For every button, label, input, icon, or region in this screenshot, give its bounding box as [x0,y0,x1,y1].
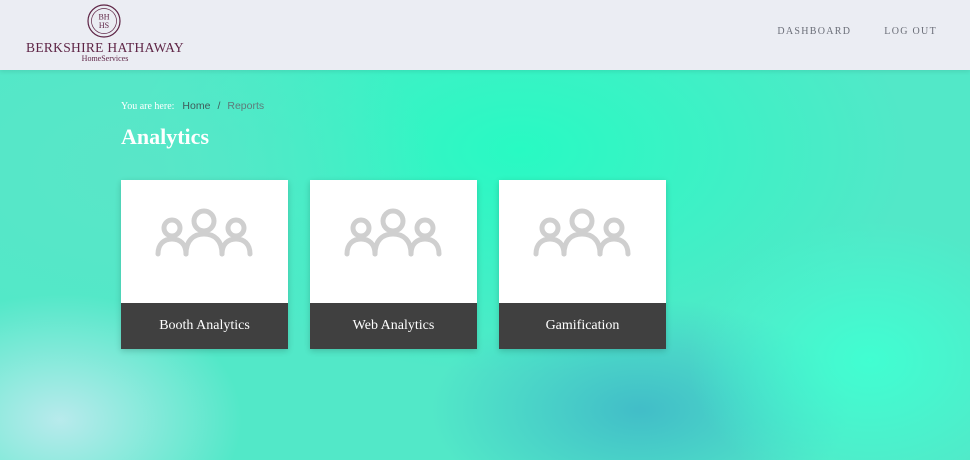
card-gamification[interactable]: Gamification [499,180,666,349]
breadcrumb-label: You are here: [121,100,175,112]
breadcrumb-home-link[interactable]: Home [182,100,210,112]
card-web-analytics[interactable]: Web Analytics [310,180,477,349]
users-group-icon [344,208,442,257]
card-label: Gamification [545,318,620,333]
breadcrumb-current: Reports [227,100,265,112]
page-title: Analytics [121,124,209,149]
card-footer: Web Analytics [310,303,477,349]
nav-logout-link[interactable]: LOG OUT [884,26,937,37]
card-label: Web Analytics [352,318,435,333]
breadcrumb-separator: / [217,100,221,112]
card-footer: Booth Analytics [121,303,288,349]
users-group-icon [155,208,253,257]
users-group-icon [533,208,631,257]
top-navbar: BH HS BERKSHIRE HATHAWAY HomeServices DA… [0,0,970,70]
report-cards: Booth Analytics Web Analytics Gamificati… [121,180,666,349]
breadcrumb: You are here: Home / Reports [121,100,264,112]
svg-text:HS: HS [99,21,109,30]
brand-subtitle: HomeServices [81,54,129,63]
brand-logo[interactable]: BH HS BERKSHIRE HATHAWAY HomeServices [20,2,190,66]
card-booth-analytics[interactable]: Booth Analytics [121,180,288,349]
card-footer: Gamification [499,303,666,349]
header-nav: DASHBOARD LOG OUT [777,26,937,37]
bhhs-seal-icon: BH HS [87,4,121,38]
nav-dashboard-link[interactable]: DASHBOARD [777,26,851,37]
card-label: Booth Analytics [159,318,250,333]
